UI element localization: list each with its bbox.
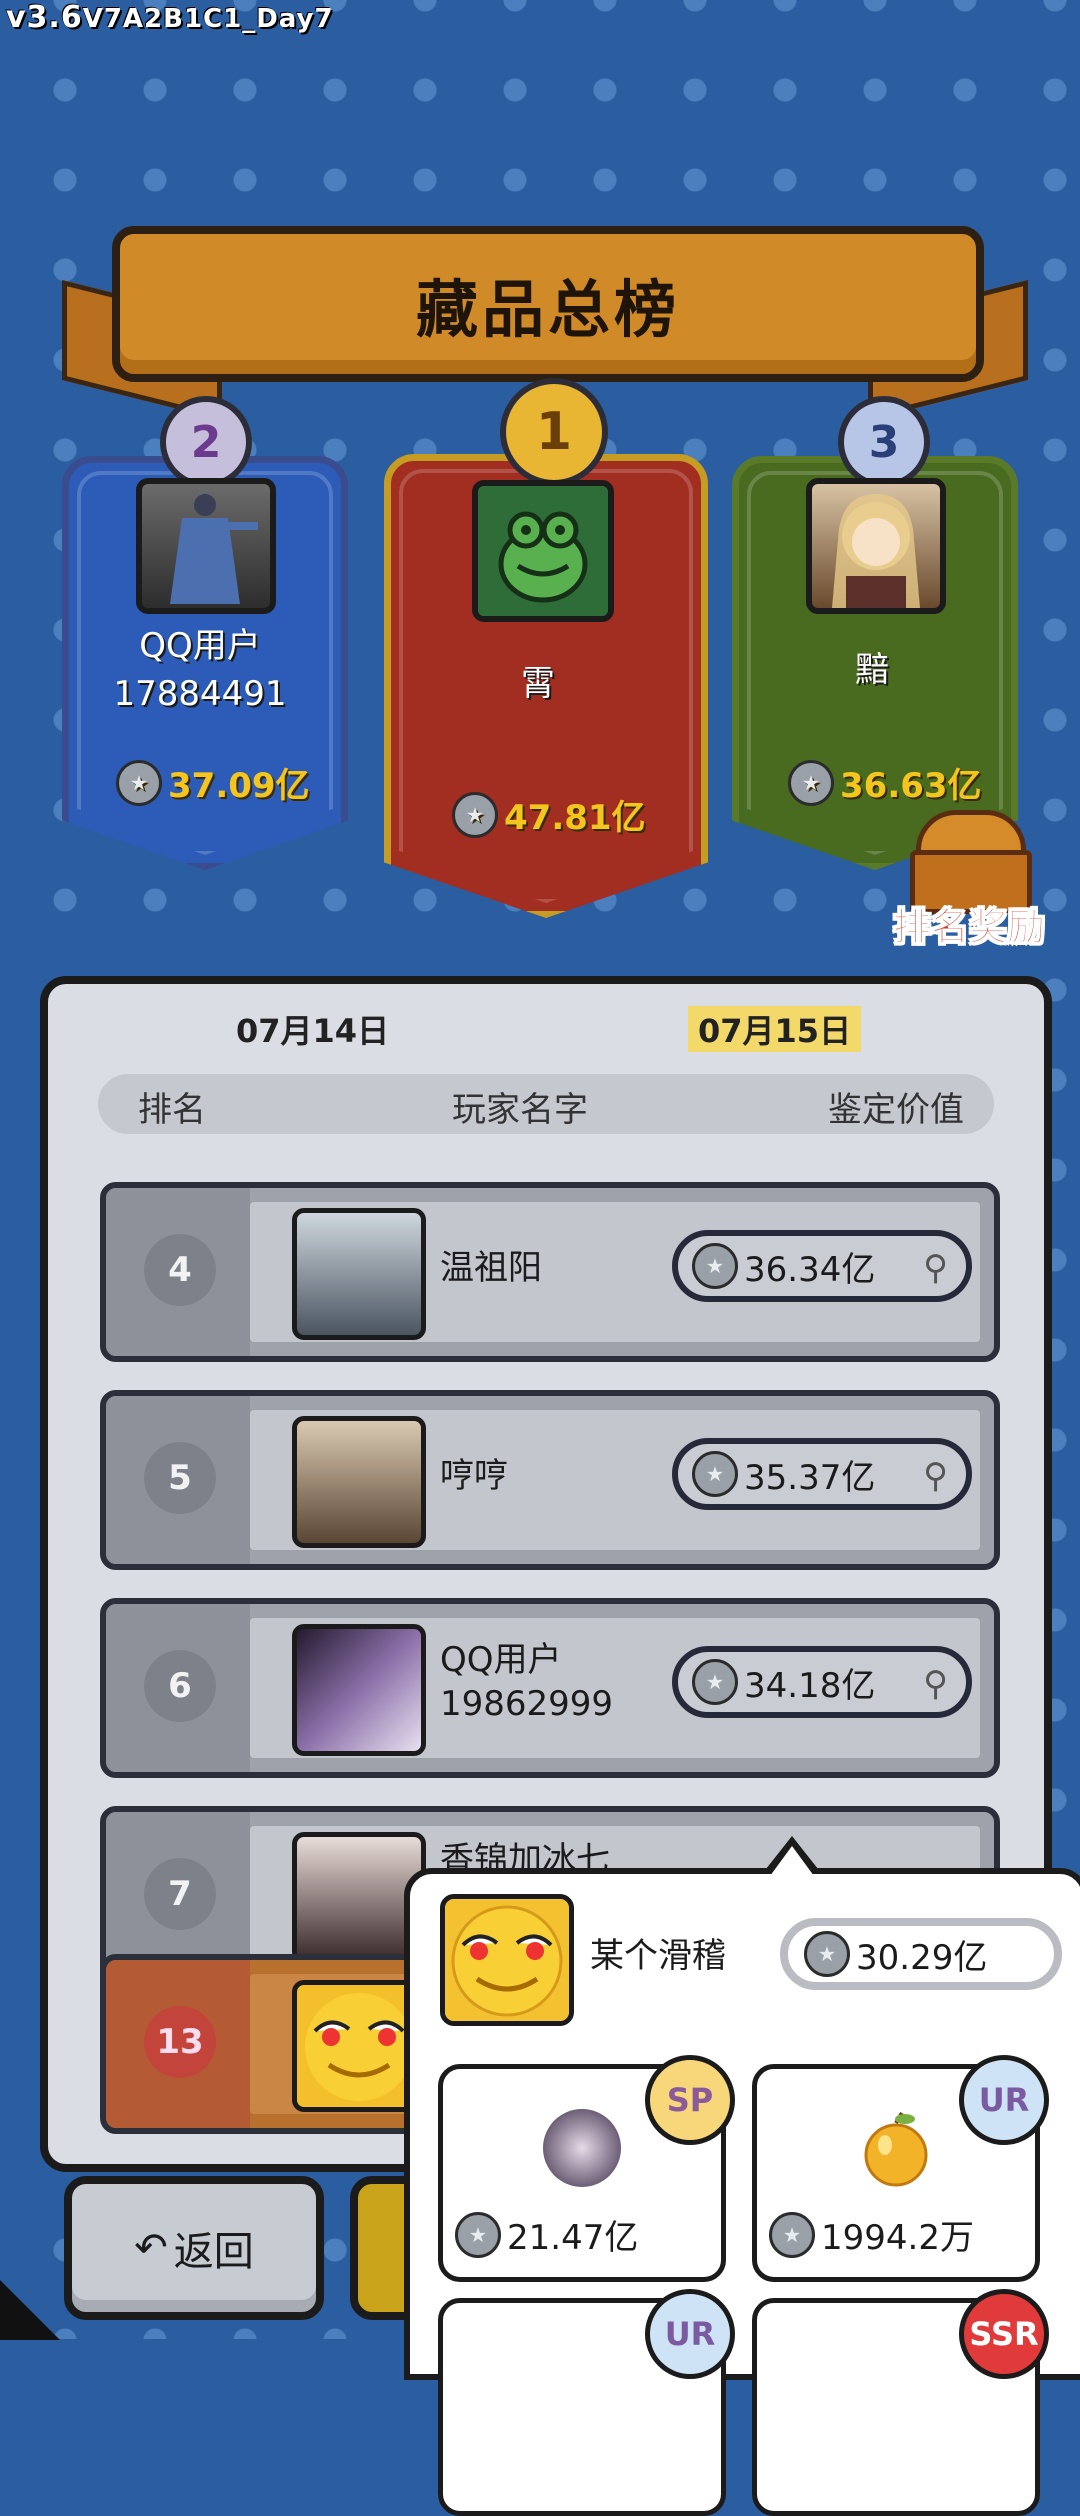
corner-decoration	[0, 2280, 60, 2340]
rank-medal-3: 3	[838, 396, 930, 488]
search-icon[interactable]: ⚲	[923, 1664, 948, 1704]
avatar[interactable]	[136, 478, 276, 614]
rank-medal-2: 2	[160, 396, 252, 488]
date-tab-current[interactable]: 07月15日	[688, 1006, 862, 1052]
rank-number: 6	[144, 1650, 216, 1722]
coin-icon	[804, 1931, 850, 1977]
avatar	[440, 1894, 574, 2026]
rarity-badge: UR	[645, 2289, 735, 2379]
podium-name-2: QQ用户 17884491	[90, 622, 310, 718]
smirk-face-icon	[445, 1899, 569, 2021]
podium-value-3-text: 36.63亿	[840, 766, 982, 806]
version-main: v3.6	[6, 0, 83, 35]
player-name-line1: QQ用户	[440, 1640, 562, 1680]
table-row[interactable]: 6 QQ用户 19862999 34.18亿 ⚲	[100, 1598, 1000, 1778]
coin-icon	[692, 1243, 738, 1289]
value-text: 35.37亿	[744, 1457, 876, 1498]
podium-value-1-text: 47.81亿	[504, 798, 646, 838]
anime-girl-icon	[832, 494, 920, 608]
item-value: 21.47亿	[455, 2210, 638, 2259]
page-title: 藏品总榜	[415, 273, 680, 346]
podium-name-3: 黯	[855, 650, 889, 690]
golden-apple-icon	[864, 2111, 928, 2187]
rarity-badge: SSR	[959, 2289, 1049, 2379]
popup-player-name: 某个滑稽	[590, 1936, 726, 1976]
avatar[interactable]	[292, 1624, 426, 1756]
item-thumbnail	[543, 2109, 621, 2187]
coin-icon	[692, 1659, 738, 1705]
back-button[interactable]: ↶ 返回	[64, 2176, 324, 2320]
column-header: 排名 玩家名字 鉴定价值	[98, 1074, 994, 1134]
rarity-badge: UR	[959, 2055, 1049, 2145]
rank-number: 4	[144, 1234, 216, 1306]
rank-number: 7	[144, 1858, 216, 1930]
version-label: v3.6V7A2B1C1_Day7	[6, 0, 334, 35]
collection-item[interactable]: UR	[438, 2289, 735, 2516]
table-row[interactable]: 5 哼哼 35.37亿 ⚲	[100, 1390, 1000, 1570]
coin-icon	[769, 2211, 815, 2258]
back-button-label: 返回	[173, 2229, 254, 2275]
avatar[interactable]	[472, 480, 614, 622]
frog-icon	[478, 486, 608, 616]
column-player: 玩家名字	[452, 1090, 588, 1130]
avatar[interactable]	[292, 1208, 426, 1340]
date-tab-prev[interactable]: 07月14日	[236, 1006, 389, 1052]
player-name: 温祖阳	[440, 1248, 542, 1288]
popup-value-pill: 30.29亿	[780, 1918, 1062, 1990]
avatar[interactable]	[292, 1416, 426, 1548]
rarity-badge: SP	[645, 2055, 735, 2145]
title-banner: 藏品总榜	[112, 226, 984, 382]
item-value-text: 1994.2万	[821, 2218, 974, 2258]
undo-arrow-icon: ↶	[134, 2225, 168, 2271]
value-text: 36.34亿	[744, 1249, 876, 1290]
rank-number: 5	[144, 1442, 216, 1514]
collection-item[interactable]: SSR	[752, 2289, 1049, 2516]
podium-value-2: 37.09亿	[116, 758, 310, 807]
search-icon[interactable]: ⚲	[923, 1248, 948, 1288]
column-value: 鉴定价值	[828, 1090, 964, 1130]
avatar[interactable]	[806, 478, 946, 614]
reward-button-label[interactable]: 排名奖励	[892, 896, 1045, 951]
rank-number: 13	[144, 2006, 216, 2078]
treasure-chest-icon[interactable]	[910, 810, 1032, 914]
person-figure-icon	[170, 494, 258, 604]
popup-value-text: 30.29亿	[856, 1937, 988, 1978]
search-icon[interactable]: ⚲	[923, 1456, 948, 1496]
player-name: 哼哼	[440, 1456, 508, 1496]
value-pill[interactable]: 34.18亿 ⚲	[672, 1646, 972, 1718]
coin-icon	[692, 1451, 738, 1497]
smirk-face-icon	[305, 1993, 413, 2101]
podium-name-2-line1: QQ用户	[139, 626, 261, 666]
item-value-text: 21.47亿	[507, 2218, 639, 2258]
item-value: 1994.2万	[769, 2210, 974, 2259]
version-build: V7A2B1C1_Day7	[82, 4, 334, 34]
value-pill[interactable]: 35.37亿 ⚲	[672, 1438, 972, 1510]
podium-value-2-text: 37.09亿	[168, 766, 310, 806]
collection-item[interactable]: SP 21.47亿	[438, 2055, 735, 2282]
coin-icon	[455, 2211, 501, 2258]
podium-name-2-line2: 17884491	[113, 674, 287, 714]
table-row[interactable]: 4 温祖阳 36.34亿 ⚲	[100, 1182, 1000, 1362]
player-name: QQ用户 19862999	[440, 1638, 613, 1726]
rank-medal-1: 1	[500, 378, 608, 486]
coin-icon	[788, 759, 834, 806]
podium-name-1: 霄	[521, 664, 555, 704]
collection-item[interactable]: UR 1994.2万	[752, 2055, 1049, 2282]
player-name-line2: 19862999	[440, 1684, 614, 1724]
column-rank: 排名	[138, 1090, 206, 1130]
value-text: 34.18亿	[744, 1665, 876, 1706]
value-pill[interactable]: 36.34亿 ⚲	[672, 1230, 972, 1302]
coin-icon	[452, 791, 498, 838]
podium-value-1: 47.81亿	[452, 790, 646, 839]
coin-icon	[116, 759, 162, 806]
player-detail-popup: 某个滑稽 30.29亿 SP 21.47亿 UR 1994.2万 UR SSR	[404, 1868, 1080, 2516]
podium-value-3: 36.63亿	[788, 758, 982, 807]
popup-pointer-inner	[770, 1846, 814, 1876]
